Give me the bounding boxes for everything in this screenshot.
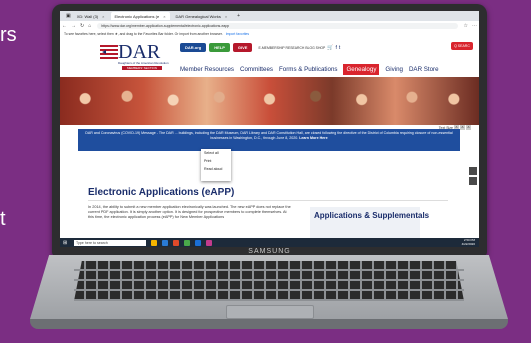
cart-icon[interactable]: 🛒 xyxy=(327,45,333,51)
side-tabs xyxy=(469,167,477,187)
nav-forms-publications[interactable]: Forms & Publications xyxy=(279,66,337,73)
file-explorer-icon[interactable] xyxy=(151,239,157,246)
browser-tab-bar: ▣ XD: Wall (3) × Electronic Applications … xyxy=(60,11,479,21)
app-icon[interactable] xyxy=(206,239,212,246)
context-menu-select-all[interactable]: Select all xyxy=(201,149,231,157)
email-icon[interactable] xyxy=(469,167,477,175)
laptop-base xyxy=(30,255,508,333)
page-title: Electronic Applications (eAPP) xyxy=(88,187,235,198)
top-links[interactable]: E-MEMBERSHIP RESEARCH BLOG SHOP xyxy=(258,46,325,50)
twitter-icon[interactable]: t xyxy=(339,45,340,51)
text-size-large-button[interactable]: A xyxy=(466,125,471,130)
logo-subtitle: Daughters of the American Revolution xyxy=(118,61,169,65)
intro-paragraph: In 2014, the ability to submit a new mem… xyxy=(88,205,291,219)
app-icon[interactable] xyxy=(184,239,190,246)
browser-tab[interactable]: DAR Genealogical Works × xyxy=(172,12,232,20)
laptop-front-edge xyxy=(30,319,508,329)
browser-tab[interactable]: XD: Wall (3) × xyxy=(73,12,109,20)
covid-notice: DAR and Coronavirus (COVID-19) Message -… xyxy=(78,129,460,151)
nav-genealogy[interactable]: Genealogy xyxy=(343,64,380,75)
search-button[interactable]: Q SEARC xyxy=(451,42,473,50)
laptop-screen: ▣ XD: Wall (3) × Electronic Applications … xyxy=(60,11,479,247)
url-input[interactable]: https://www.dar.org/member-application-s… xyxy=(97,22,458,29)
windows-taskbar: ⊞ Type here to search 2:50 PM 4/22/2020 xyxy=(60,238,479,247)
office-icon[interactable] xyxy=(173,239,179,246)
sidebar-title[interactable]: Applications & Supplementals xyxy=(314,211,429,220)
give-button[interactable]: GIVE xyxy=(232,43,253,52)
nav-dar-store[interactable]: DAR Store xyxy=(409,66,439,73)
taskbar-search-input[interactable]: Type here to search xyxy=(74,239,146,246)
nav-member-resources[interactable]: Member Resources xyxy=(180,66,234,73)
flag-icon xyxy=(100,45,118,59)
context-menu: Select all Print Read aloud xyxy=(201,149,231,181)
context-menu-read-aloud[interactable]: Read aloud xyxy=(201,165,231,173)
facebook-icon[interactable]: f xyxy=(336,45,337,51)
close-icon[interactable]: × xyxy=(225,14,227,19)
back-icon[interactable]: ← xyxy=(62,23,67,29)
main-navigation: Member Resources Committees Forms & Publ… xyxy=(180,64,445,75)
print-icon[interactable] xyxy=(469,177,477,185)
context-menu-print[interactable]: Print xyxy=(201,157,231,165)
nav-committees[interactable]: Committees xyxy=(240,66,273,73)
close-icon[interactable]: × xyxy=(163,14,165,19)
laptop-brand-logo: SAMSUNG xyxy=(248,248,291,255)
windows-start-icon[interactable]: ⊞ xyxy=(63,240,71,246)
window-menu-icon[interactable]: ▣ xyxy=(66,13,71,19)
top-utility-bar: DAR.org HELP GIVE E-MEMBERSHIP RESEARCH … xyxy=(180,43,340,52)
help-button[interactable]: HELP xyxy=(209,43,230,52)
divider xyxy=(88,200,448,201)
new-tab-button[interactable]: + xyxy=(237,13,240,19)
web-page: DAR Daughters of the American Revolution… xyxy=(60,37,479,247)
laptop-lid: ▣ XD: Wall (3) × Electronic Applications … xyxy=(52,4,487,256)
settings-menu-icon[interactable]: ⋯ xyxy=(472,23,477,29)
dar-org-button[interactable]: DAR.org xyxy=(180,43,207,52)
background-text-fragment: rs xyxy=(0,24,17,46)
learn-more-link[interactable]: Learn More Here xyxy=(299,136,327,140)
import-favorites-link[interactable]: Import favorites xyxy=(226,32,249,36)
members-section-badge: MEMBERS' SECTION xyxy=(122,66,162,70)
edge-browser-icon[interactable] xyxy=(162,239,168,246)
forward-icon[interactable]: → xyxy=(71,23,76,29)
hero-banner-faces xyxy=(60,77,479,125)
close-icon[interactable]: × xyxy=(102,14,104,19)
refresh-icon[interactable]: ↻ xyxy=(80,23,84,29)
background-text-fragment: t xyxy=(0,208,6,230)
favorite-star-icon[interactable]: ☆ xyxy=(464,23,468,29)
keyboard-rows xyxy=(74,261,464,301)
home-icon[interactable]: ⌂ xyxy=(88,23,91,29)
nav-giving[interactable]: Giving xyxy=(385,66,403,73)
text-size-medium-button[interactable]: A xyxy=(460,125,465,130)
dar-logo[interactable]: DAR Daughters of the American Revolution… xyxy=(100,41,190,70)
touchpad xyxy=(226,305,314,319)
browser-tab-active[interactable]: Electronic Applications (e × xyxy=(110,12,170,20)
system-clock[interactable]: 2:50 PM 4/22/2020 xyxy=(462,238,475,246)
app-icon[interactable] xyxy=(195,239,201,246)
